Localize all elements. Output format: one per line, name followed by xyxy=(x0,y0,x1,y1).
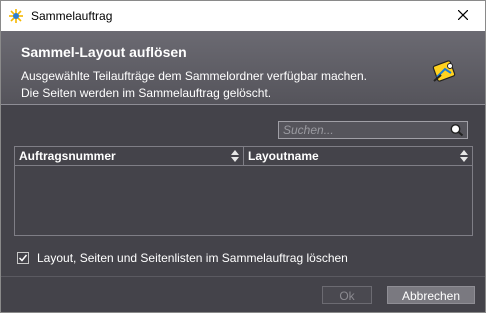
column-header-auftragsnummer[interactable]: Auftragsnummer xyxy=(15,147,244,165)
wizard-icon xyxy=(429,57,459,87)
column-label: Layoutname xyxy=(248,149,319,163)
sort-arrows-icon xyxy=(460,150,468,162)
column-label: Auftragsnummer xyxy=(19,149,116,163)
delete-layout-checkbox[interactable] xyxy=(17,252,29,264)
search-field[interactable] xyxy=(278,121,468,139)
close-button[interactable] xyxy=(441,1,485,31)
jobs-table: Auftragsnummer Layoutname xyxy=(14,146,473,236)
search-icon[interactable] xyxy=(449,123,465,137)
search-input[interactable] xyxy=(283,122,443,138)
delete-layout-option[interactable]: Layout, Seiten und Seitenlisten im Samme… xyxy=(17,251,348,265)
dialog-header: Sammel-Layout auflösen Ausgewählte Teila… xyxy=(1,31,485,105)
delete-layout-label: Layout, Seiten und Seitenlisten im Samme… xyxy=(37,251,348,265)
window-title: Sammelauftrag xyxy=(31,9,113,23)
cancel-button[interactable]: Abbrechen xyxy=(387,286,475,304)
column-header-layoutname[interactable]: Layoutname xyxy=(244,147,472,165)
dialog-window: Sammelauftrag Sammel-Layout auflösen Aus… xyxy=(0,0,486,313)
header-description-line-2: Die Seiten werden im Sammelauftrag gelös… xyxy=(21,86,272,100)
ok-button[interactable]: Ok xyxy=(322,286,372,304)
header-title: Sammel-Layout auflösen xyxy=(21,44,187,60)
close-icon xyxy=(457,7,469,25)
table-header: Auftragsnummer Layoutname xyxy=(15,147,472,166)
title-bar: Sammelauftrag xyxy=(1,1,485,31)
star-burst-icon xyxy=(8,8,24,24)
sort-arrows-icon xyxy=(231,150,239,162)
header-description-line-1: Ausgewählte Teilaufträge dem Sammelordne… xyxy=(21,69,367,83)
footer-divider xyxy=(1,276,485,277)
